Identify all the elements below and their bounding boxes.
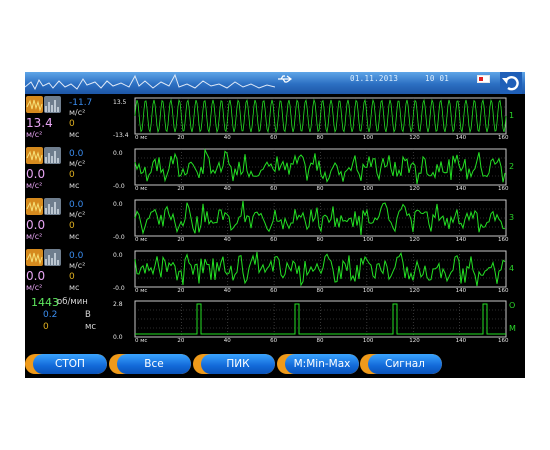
- time-tick-label: 140: [455, 135, 467, 141]
- time-tick-label: 100: [362, 135, 374, 141]
- time-tick-label: 0 мс: [135, 135, 148, 141]
- time-tick-label: 20: [177, 288, 185, 294]
- time-tick-label: 160: [498, 186, 509, 192]
- plot-panel-5: [134, 300, 507, 338]
- bottom-toolbar: СТОП Все ПИК M:Min-Max Сигнал: [25, 354, 525, 378]
- time-tick-label: 0 мс: [135, 186, 148, 192]
- peak-button[interactable]: ПИК: [193, 354, 275, 374]
- time-tick-label: 40: [223, 135, 231, 141]
- time-tick-label: 100: [362, 288, 374, 294]
- time-tick-label: 160: [498, 338, 509, 344]
- time-tick-label: 40: [223, 288, 231, 294]
- time-tick-label: 140: [455, 237, 467, 243]
- time-tick-label: 120: [409, 186, 420, 192]
- time-tick-label: 140: [455, 288, 467, 294]
- time-tick-label: 40: [223, 338, 231, 344]
- time-tick-label: 40: [223, 186, 231, 192]
- trace-line: [134, 251, 506, 287]
- time-tick-label: 100: [362, 186, 374, 192]
- time-tick-label: 20: [177, 237, 185, 243]
- time-tick-label: 160: [498, 237, 509, 243]
- time-tick-label: 80: [316, 237, 324, 243]
- trace-line: [134, 148, 506, 184]
- time-tick-label: 20: [177, 338, 185, 344]
- oscillogram-plots: [134, 97, 507, 338]
- time-tick-label: 60: [270, 186, 278, 192]
- plot-panel-1: [134, 97, 507, 135]
- trace-line: [134, 200, 506, 236]
- signal-button[interactable]: Сигнал: [360, 354, 442, 374]
- time-tick-label: 20: [177, 135, 185, 141]
- time-tick-label: 20: [177, 186, 185, 192]
- time-tick-label: 0 мс: [135, 288, 148, 294]
- time-tick-label: 60: [270, 237, 278, 243]
- time-tick-label: 100: [362, 338, 374, 344]
- time-tick-label: 160: [498, 288, 509, 294]
- time-tick-label: 60: [270, 135, 278, 141]
- time-tick-label: 140: [455, 338, 467, 344]
- time-tick-label: 60: [270, 338, 278, 344]
- min-max-button[interactable]: M:Min-Max: [277, 354, 359, 374]
- time-tick-label: 60: [270, 288, 278, 294]
- time-tick-label: 120: [409, 338, 420, 344]
- time-tick-label: 80: [316, 338, 324, 344]
- device-screen: 01.11.2013 10 01 13.4 м/с² -11.7 м/с² 0 …: [25, 72, 525, 378]
- plot-panel-3: [134, 199, 507, 237]
- time-tick-label: 120: [409, 288, 420, 294]
- time-tick-label: 0 мс: [135, 237, 148, 243]
- plot-panel-4: [134, 250, 507, 288]
- time-tick-label: 80: [316, 288, 324, 294]
- stop-button[interactable]: СТОП: [25, 354, 107, 374]
- all-button[interactable]: Все: [109, 354, 191, 374]
- time-tick-label: 160: [498, 135, 509, 141]
- time-tick-label: 80: [316, 186, 324, 192]
- time-tick-label: 40: [223, 237, 231, 243]
- plot-panel-2: [134, 148, 507, 186]
- time-tick-label: 140: [455, 186, 467, 192]
- time-tick-label: 120: [409, 135, 420, 141]
- time-tick-label: 80: [316, 135, 324, 141]
- time-tick-label: 0 мс: [135, 338, 148, 344]
- time-tick-label: 120: [409, 237, 420, 243]
- time-tick-label: 100: [362, 237, 374, 243]
